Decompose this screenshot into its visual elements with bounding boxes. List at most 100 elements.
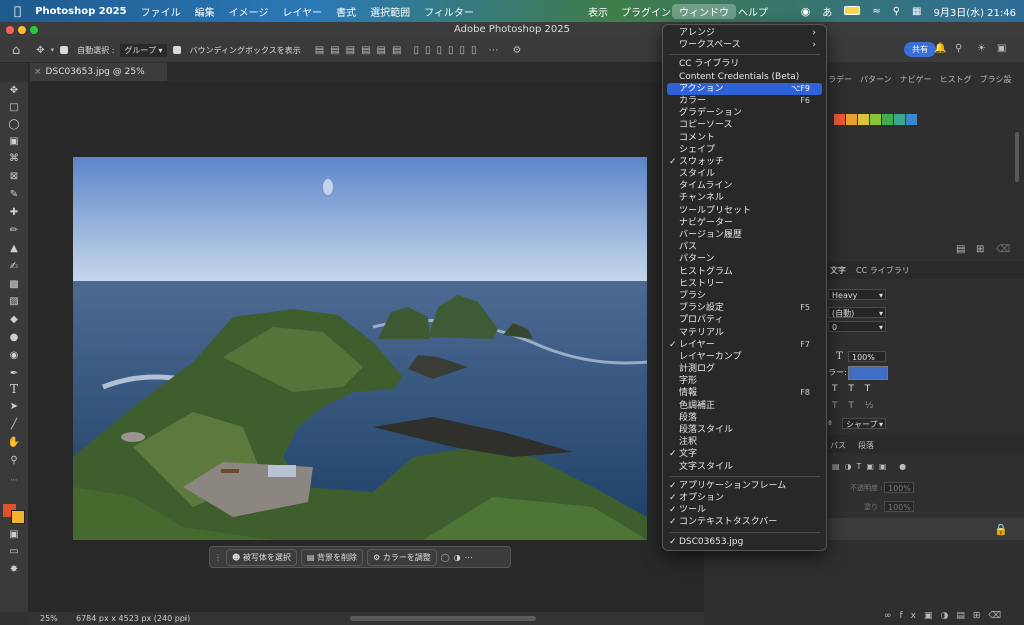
menu-item[interactable]: アレンジ › [667,27,822,39]
menu-app-name[interactable]: Photoshop 2025 [28,6,133,17]
align-bottom-icon[interactable]: ▤ [392,45,401,56]
bbox-checkbox[interactable] [172,46,184,55]
menu-type[interactable]: 書式 [329,4,363,19]
dodge-tool-icon[interactable]: ● [6,331,22,345]
distribute-center-icon[interactable]: ▯ [460,45,466,56]
menu-item[interactable]: コメント [667,132,822,144]
menu-item[interactable]: ✓ DSC03653.jpg [667,536,822,548]
document-image[interactable] [73,157,647,540]
menu-item[interactable]: 段落 [667,412,822,424]
menu-item[interactable]: ✓ ツール [667,504,822,516]
menu-item[interactable]: パス [667,241,822,253]
line-tool-icon[interactable]: ╱ [6,418,22,432]
document-tab[interactable]: ×DSC03653.jpg @ 25% (RGB/8) [30,63,167,95]
faux-bold-icon[interactable]: T T T [832,384,874,394]
move-tool-icon[interactable]: ✥ [36,45,44,56]
marquee-tool-icon[interactable]: □ [6,101,22,115]
quick-mask-icon[interactable]: ▣ [6,528,22,542]
menu-item[interactable]: チャンネル [667,192,822,204]
lightbulb-icon[interactable]: ☀ [977,43,986,54]
distribute-right-icon[interactable]: ▯ [471,45,477,56]
auto-select-checkbox[interactable] [60,46,71,55]
menu-item[interactable]: ワークスペース › [667,39,822,51]
tab-cc-libraries[interactable]: CC ライブラリ [856,265,910,276]
path-select-tool-icon[interactable]: ➤ [6,400,22,414]
menu-item[interactable]: ✓ スウォッチ [667,156,822,168]
color-swatch[interactable] [882,114,893,125]
align-right-icon[interactable]: ▤ [346,45,355,56]
share-button[interactable]: 共有 [904,42,936,57]
menu-item[interactable]: 段落スタイル [667,424,822,436]
distribute-middle-icon[interactable]: ▯ [425,45,431,56]
menu-item[interactable]: 注釈 [667,436,822,448]
menu-item[interactable]: ✓ オプション [667,492,822,504]
more-icon[interactable]: ⋯ [465,553,473,562]
menu-image[interactable]: イメージ [222,4,276,19]
menu-item[interactable]: グラデーション [667,107,822,119]
menu-item[interactable]: レイヤーカンプ [667,351,822,363]
crop-tool-icon[interactable]: ⌘ [6,152,22,166]
chevron-down-icon[interactable]: ▾ [51,46,55,54]
distribute-top-icon[interactable]: ▯ [413,45,419,56]
tracking-select[interactable]: 0 ▾ [828,321,886,332]
remove-background-button[interactable]: ▤ 背景を削除 [300,548,363,566]
align-left-icon[interactable]: ▤ [315,45,324,56]
history-brush-tool-icon[interactable]: ✍ [6,260,22,274]
tab-histogram[interactable]: ヒストグ [940,74,972,85]
object-select-tool-icon[interactable]: ▣ [6,135,22,149]
menu-item[interactable]: ツールプリセット [667,205,822,217]
distribute-bottom-icon[interactable]: ▯ [436,45,442,56]
search-icon[interactable]: ⚲ [893,6,900,17]
select-subject-button[interactable]: ☻ 被写体を選択 [226,548,297,566]
chevron-right-icon[interactable]: › [184,612,187,625]
apple-icon[interactable]:  [0,4,28,18]
color-swatch[interactable] [834,114,845,125]
color-swatch[interactable] [846,114,857,125]
eraser-tool-icon[interactable]: ▩ [6,278,22,292]
sponge-tool-icon[interactable]: ◉ [6,349,22,363]
clone-stamp-tool-icon[interactable]: ▲ [6,242,22,256]
menu-item[interactable]: プロパティ [667,314,822,326]
menu-item[interactable]: 色調補正 [667,400,822,412]
menu-item[interactable]: コピーソース [667,119,822,131]
document-dimensions[interactable]: 6784 px x 4523 px (240 ppi) [76,612,190,625]
home-icon[interactable]: ⌂ [12,43,20,58]
menu-item[interactable]: ヒストグラム [667,266,822,278]
clock[interactable]: 9月3日(水) 21:46 [933,4,1016,19]
menu-item[interactable]: ✓ コンテキストタスクバー [667,516,822,528]
zoom-level[interactable]: 25% [40,612,58,625]
more-options-icon[interactable]: ⋯ [489,45,499,56]
text-color-swatch[interactable] [848,366,888,380]
tab-pattern[interactable]: パターン [860,74,892,85]
menu-item[interactable]: 文字スタイル [667,461,822,473]
tab-paragraph[interactable]: 段落 [858,440,874,451]
battery-icon[interactable] [844,6,861,17]
horizontal-scrollbar[interactable] [350,616,536,621]
menu-item[interactable]: 情報 F8 [667,387,822,399]
tab-character[interactable]: 文字 [830,265,846,276]
menu-item[interactable]: スタイル [667,168,822,180]
ime-indicator[interactable]: あ [822,4,832,19]
search-icon[interactable]: ⚲ [955,43,962,54]
color-swatch[interactable] [858,114,869,125]
menu-item[interactable]: Content Credentials (Beta) [667,71,822,83]
auto-select-dropdown[interactable]: グループ ▾ [120,43,167,57]
zoom-tool-icon[interactable]: ⚲ [6,454,22,468]
menu-item[interactable]: ✓ 文字 [667,448,822,460]
tab-navigator[interactable]: ナビゲー [900,74,932,85]
superscript-icon[interactable]: T T ½ [832,401,877,411]
frame-tool-icon[interactable]: ⊠ [6,170,22,184]
leading-select[interactable]: (自動) ▾ [828,307,886,318]
tab-brush-settings[interactable]: ブラシ設 [980,74,1012,85]
opacity-field[interactable]: 100% [884,482,914,493]
generate-icon[interactable]: ✸ [6,563,22,577]
menu-item[interactable]: ✓ レイヤー F7 [667,339,822,351]
contrast-icon[interactable]: ◑ [454,553,461,562]
workspace-icon[interactable]: ▣ [997,43,1006,54]
adjust-color-button[interactable]: ⚙ カラーを調整 [367,548,437,566]
menu-item[interactable]: ヒストリー [667,278,822,290]
menu-item[interactable]: 計測ログ [667,363,822,375]
blur-tool-icon[interactable]: ◆ [6,313,22,327]
menu-item[interactable]: カラー F6 [667,95,822,107]
align-middle-icon[interactable]: ▤ [377,45,386,56]
